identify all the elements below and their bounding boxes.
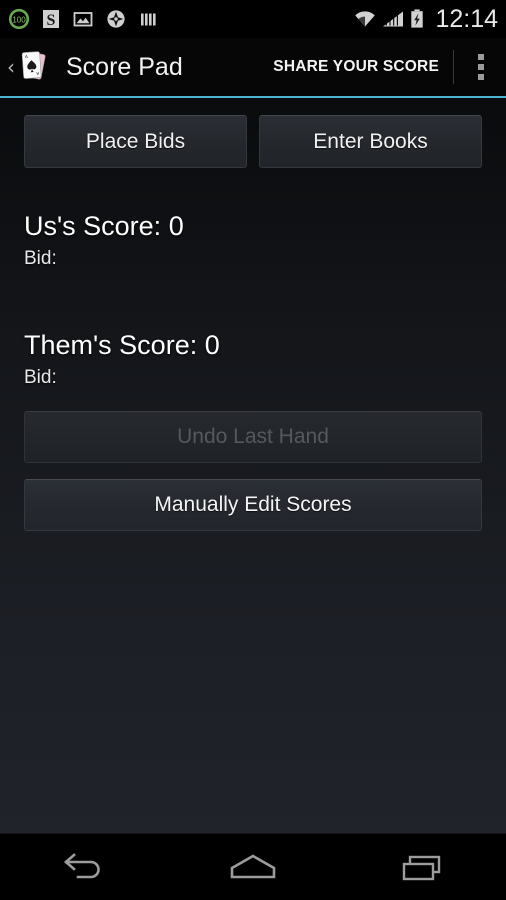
status-bar-clock: 12:14 bbox=[435, 4, 498, 33]
action-bar-divider bbox=[453, 50, 454, 84]
team-us-bid: Bid: bbox=[24, 248, 57, 269]
wifi-icon bbox=[353, 8, 377, 30]
home-nav-icon[interactable] bbox=[208, 834, 298, 900]
s-app-icon: S bbox=[41, 8, 61, 30]
up-navigation-button[interactable]: ‹ A A bbox=[0, 38, 53, 96]
compass-navigation-icon bbox=[105, 8, 127, 30]
playing-cards-icon: A A bbox=[17, 48, 51, 86]
cellular-signal-icon bbox=[381, 8, 405, 30]
team-us-section: Us's Score: 0 Bid: bbox=[24, 168, 482, 270]
svg-text:A: A bbox=[36, 71, 39, 76]
top-button-row: Place Bids Enter Books bbox=[24, 98, 482, 168]
battery-charging-icon bbox=[409, 8, 425, 30]
place-bids-button[interactable]: Place Bids bbox=[24, 115, 247, 168]
chevron-left-icon: ‹ bbox=[7, 55, 15, 79]
svg-text:100: 100 bbox=[12, 15, 26, 24]
back-nav-icon[interactable] bbox=[39, 834, 129, 900]
android-navigation-bar bbox=[0, 833, 506, 900]
svg-text:A: A bbox=[25, 54, 28, 59]
recents-nav-icon[interactable] bbox=[377, 834, 467, 900]
enter-books-button[interactable]: Enter Books bbox=[259, 115, 482, 168]
status-bar-system-icons: 12:14 bbox=[353, 5, 498, 34]
signal-bars-app-icon bbox=[138, 8, 158, 30]
overflow-dot bbox=[478, 64, 484, 70]
share-your-score-button[interactable]: SHARE YOUR SCORE bbox=[261, 38, 451, 96]
undo-last-hand-button[interactable]: Undo Last Hand bbox=[24, 411, 482, 463]
svg-text:S: S bbox=[47, 12, 56, 29]
status-bar: 100 S 12:14 bbox=[0, 0, 506, 38]
photo-gallery-icon bbox=[72, 8, 94, 30]
overflow-dot bbox=[478, 54, 484, 60]
manually-edit-scores-button[interactable]: Manually Edit Scores bbox=[24, 479, 482, 531]
battery-100-circle-icon: 100 bbox=[8, 8, 30, 30]
page-title: Score Pad bbox=[66, 52, 183, 81]
main-content: Place Bids Enter Books Us's Score: 0 Bid… bbox=[0, 98, 506, 833]
overflow-dot bbox=[478, 74, 484, 80]
status-bar-notification-icons: 100 S bbox=[8, 8, 158, 30]
team-them-bid: Bid: bbox=[24, 367, 57, 388]
team-them-section: Them's Score: 0 Bid: bbox=[24, 270, 482, 389]
phone-screen: 100 S 12:14 ‹ A A Score Pad SHARE YOUR S… bbox=[0, 0, 506, 900]
overflow-menu-icon[interactable] bbox=[456, 38, 506, 96]
team-them-score: Them's Score: 0 bbox=[24, 330, 220, 360]
team-us-score: Us's Score: 0 bbox=[24, 211, 184, 241]
action-bar: ‹ A A Score Pad SHARE YOUR SCORE bbox=[0, 38, 506, 96]
